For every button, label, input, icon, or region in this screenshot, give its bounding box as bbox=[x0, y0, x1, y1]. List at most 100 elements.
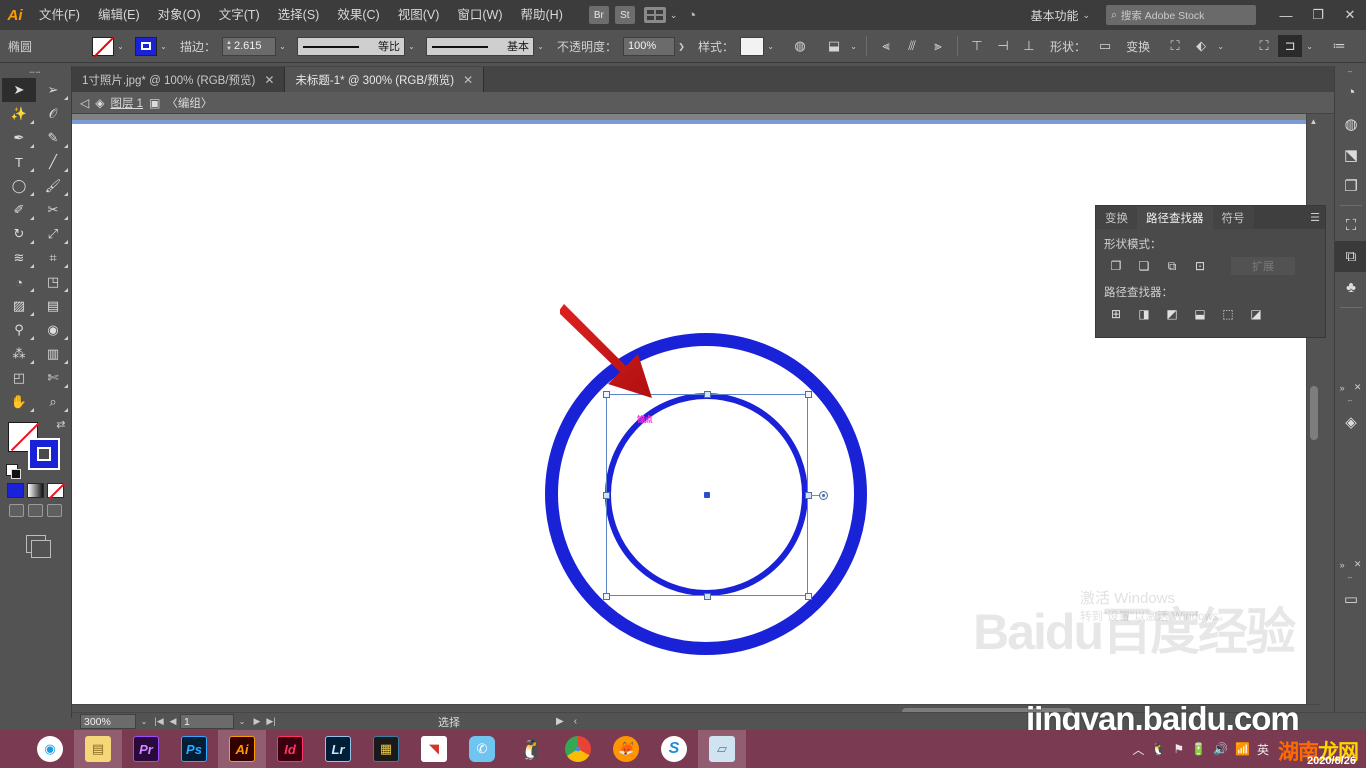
taskbar-photoshop[interactable]: Ps bbox=[170, 730, 218, 768]
prev-artboard-button[interactable]: ◀ bbox=[166, 716, 180, 727]
style-dropdown-icon[interactable]: ⌄ bbox=[764, 37, 777, 56]
shaper-tool[interactable]: ✐ bbox=[2, 198, 36, 222]
edit-toolbar-icon[interactable] bbox=[25, 535, 51, 558]
scroll-up-icon[interactable]: ▲ bbox=[1307, 114, 1320, 128]
free-transform-tool[interactable]: ⌗ bbox=[36, 246, 70, 270]
double-chevron-icon[interactable]: » bbox=[1340, 560, 1345, 570]
expand-button[interactable]: 扩展 bbox=[1230, 256, 1296, 276]
arrange-documents-icon[interactable] bbox=[643, 7, 666, 23]
vertical-scroll-thumb[interactable] bbox=[1310, 386, 1318, 440]
arrange-dropdown-icon[interactable]: ⌄ bbox=[1214, 37, 1227, 56]
stepper-icon[interactable]: ▲ ▼ bbox=[226, 40, 232, 52]
stroke-weight-input[interactable]: ▲ ▼ 2.615 bbox=[222, 36, 277, 56]
select-similar-icon[interactable]: ⛶ bbox=[1252, 35, 1276, 57]
stroke-swatch[interactable] bbox=[135, 36, 157, 56]
taskbar-file-explorer[interactable]: ▤ bbox=[74, 730, 122, 768]
selection-tool[interactable]: ➤ bbox=[2, 78, 36, 102]
close-button[interactable]: ✕ bbox=[1334, 0, 1366, 30]
default-fill-stroke-icon[interactable] bbox=[5, 464, 21, 479]
stroke-profile-select[interactable]: 等比 bbox=[297, 36, 406, 56]
fill-dropdown-icon[interactable]: ⌄ bbox=[114, 37, 127, 56]
tab-symbols[interactable]: 符号 bbox=[1212, 206, 1254, 229]
mesh-tool[interactable]: ▨ bbox=[2, 294, 36, 318]
magic-wand-tool[interactable]: ✨ bbox=[2, 102, 36, 126]
last-artboard-button[interactable]: ▶| bbox=[264, 716, 278, 727]
merge-button[interactable]: ◩ bbox=[1160, 303, 1184, 325]
document-tab-1[interactable]: 1寸照片.jpg* @ 100% (RGB/预览) ✕ bbox=[72, 67, 286, 92]
opacity-input[interactable]: 100% bbox=[623, 36, 676, 56]
status-more-icon[interactable]: ‹ bbox=[574, 716, 577, 727]
isolate-dropdown-icon[interactable]: ⌄ bbox=[847, 37, 860, 56]
shape-builder-tool[interactable]: ◔ bbox=[2, 270, 36, 294]
rotate-tool[interactable]: ↻ bbox=[2, 222, 36, 246]
column-graph-tool[interactable]: ▥ bbox=[36, 342, 70, 366]
taskbar-sogou[interactable]: S bbox=[650, 730, 698, 768]
taskbar-media-encoder[interactable]: ▦ bbox=[362, 730, 410, 768]
swap-fill-stroke-icon[interactable]: ⇄ bbox=[56, 418, 65, 431]
taskbar-chrome[interactable]: ● bbox=[554, 730, 602, 768]
minus-back-button[interactable]: ◪ bbox=[1244, 303, 1268, 325]
align-right-icon[interactable]: ⫸ bbox=[926, 35, 950, 57]
chevron-down-icon[interactable]: ⌄ bbox=[670, 10, 678, 21]
pen-tool[interactable]: ✒ bbox=[2, 126, 36, 150]
gradient-tool[interactable]: ▤ bbox=[36, 294, 70, 318]
stock-search-input[interactable]: ⌕ 搜索 Adobe Stock bbox=[1106, 5, 1256, 25]
status-play-icon[interactable]: ▶ bbox=[556, 716, 564, 727]
opacity-dropdown-icon[interactable]: ❯ bbox=[675, 37, 688, 56]
menu-select[interactable]: 选择(S) bbox=[269, 0, 329, 30]
gradient-swatch-button[interactable] bbox=[27, 483, 44, 498]
close-icon[interactable]: ✕ bbox=[463, 73, 473, 87]
network-tray-icon[interactable]: ⚑ bbox=[1173, 742, 1184, 756]
breadcrumb-group-label[interactable]: 〈编组〉 bbox=[166, 95, 212, 111]
artboard-tool[interactable]: ◰ bbox=[2, 366, 36, 390]
taskbar-indesign[interactable]: Id bbox=[266, 730, 314, 768]
menu-view[interactable]: 视图(V) bbox=[389, 0, 449, 30]
bridge-button[interactable]: Br bbox=[588, 6, 609, 24]
paintbrush-tool[interactable]: 🖌 bbox=[36, 174, 70, 198]
next-artboard-button[interactable]: ▶ bbox=[250, 716, 264, 727]
libraries-panel-icon[interactable]: ⬔ bbox=[1335, 139, 1366, 170]
cloud-sync-icon[interactable]: ◔ bbox=[687, 7, 696, 24]
selection-handle-tr[interactable] bbox=[804, 390, 812, 398]
exclude-button[interactable]: ⊡ bbox=[1188, 255, 1212, 277]
artboard-number-input[interactable]: 1 bbox=[180, 714, 234, 729]
asset-export-panel-icon[interactable]: ❐ bbox=[1335, 170, 1366, 201]
full-screen-menu-mode-button[interactable] bbox=[28, 504, 43, 517]
brush-definition-dropdown-icon[interactable]: ⌄ bbox=[534, 37, 547, 56]
zoom-tool[interactable]: ⌕ bbox=[36, 390, 70, 414]
stock-button[interactable]: St bbox=[614, 6, 635, 24]
hand-tool[interactable]: ✋ bbox=[2, 390, 36, 414]
lasso-tool[interactable]: 𝒪 bbox=[36, 102, 70, 126]
canvas-vertical-scrollbar[interactable]: ▲ bbox=[1306, 114, 1320, 704]
tab-transform[interactable]: 变换 bbox=[1096, 206, 1137, 229]
crop-button[interactable]: ⬓ bbox=[1188, 303, 1212, 325]
dock-grip[interactable]: ┅ bbox=[1335, 572, 1366, 583]
back-arrow-icon[interactable]: ◁ bbox=[80, 96, 89, 110]
symbol-sprayer-tool[interactable]: ⁂ bbox=[2, 342, 36, 366]
stroke-color-swatch[interactable] bbox=[27, 438, 60, 470]
intersect-button[interactable]: ⧉ bbox=[1160, 255, 1184, 277]
isolate-icon[interactable]: ⬓ bbox=[822, 35, 846, 57]
stroke-profile-dropdown-icon[interactable]: ⌄ bbox=[405, 37, 418, 56]
graphic-style-swatch[interactable] bbox=[740, 36, 765, 56]
shape-options-icon[interactable]: ▭ bbox=[1093, 35, 1117, 57]
menu-file[interactable]: 文件(F) bbox=[30, 0, 89, 30]
minimize-button[interactable]: — bbox=[1270, 0, 1302, 30]
ime-indicator[interactable]: 英 bbox=[1257, 741, 1269, 758]
transform-panel-icon[interactable]: ⛶ bbox=[1335, 210, 1366, 241]
selection-handle-bc[interactable] bbox=[703, 592, 711, 600]
curvature-tool[interactable]: ✎ bbox=[36, 126, 70, 150]
width-tool[interactable]: ≋ bbox=[2, 246, 36, 270]
panel-menu-icon[interactable]: ☰ bbox=[1310, 211, 1320, 224]
stroke-weight-dropdown-icon[interactable]: ⌄ bbox=[276, 37, 289, 56]
taskbar-illustrator[interactable]: Ai bbox=[218, 730, 266, 768]
opacity-knockout-icon[interactable]: ◍ bbox=[788, 35, 812, 57]
unite-button[interactable]: ❐ bbox=[1104, 255, 1128, 277]
perspective-grid-tool[interactable]: ◳ bbox=[36, 270, 70, 294]
close-icon[interactable]: ✕ bbox=[1354, 382, 1362, 393]
symbols-panel-icon[interactable]: ♣ bbox=[1335, 272, 1366, 303]
show-hidden-icons[interactable]: ︿ bbox=[1132, 741, 1144, 758]
scissors-tool[interactable]: ✂ bbox=[36, 198, 70, 222]
fill-swatch[interactable] bbox=[92, 36, 114, 56]
taskbar-wechat[interactable]: ✆ bbox=[458, 730, 506, 768]
